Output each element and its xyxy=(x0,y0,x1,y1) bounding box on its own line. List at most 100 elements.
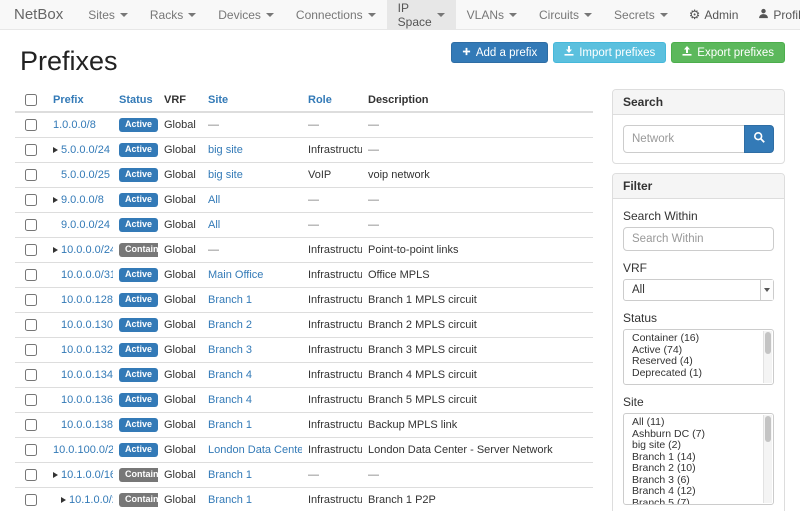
nav-item-circuits[interactable]: Circuits xyxy=(528,0,603,29)
search-button[interactable] xyxy=(744,125,774,153)
site-link[interactable]: Branch 1 xyxy=(208,494,252,506)
row-checkbox[interactable] xyxy=(25,194,37,206)
site-link[interactable]: Branch 4 xyxy=(208,394,252,406)
prefix-link[interactable]: 5.0.0.0/24 xyxy=(61,144,110,156)
site-option[interactable]: Branch 4 (12) xyxy=(630,486,761,498)
row-checkbox[interactable] xyxy=(25,419,37,431)
site-listbox[interactable]: All (11)Ashburn DC (7)big site (2)Branch… xyxy=(623,413,774,505)
prefix-link[interactable]: 10.0.0.134/31 xyxy=(61,369,113,381)
row-checkbox[interactable] xyxy=(25,269,37,281)
prefix-link[interactable]: 10.0.0.0/24 xyxy=(61,244,113,256)
nav-item-connections[interactable]: Connections xyxy=(285,0,387,29)
prefix-link[interactable]: 10.1.0.0/16 xyxy=(61,469,113,481)
search-panel-title: Search xyxy=(613,90,784,115)
site-link[interactable]: London Data Center xyxy=(208,444,302,456)
prefix-link[interactable]: 5.0.0.0/25 xyxy=(61,169,110,181)
export-prefixes-button[interactable]: Export prefixes xyxy=(671,42,785,63)
prefix-link[interactable]: 10.0.0.138/31 xyxy=(61,419,113,431)
add-a-prefix-button[interactable]: Add a prefix xyxy=(451,42,548,63)
site-link[interactable]: Branch 1 xyxy=(208,419,252,431)
nav-item-label: VLANs xyxy=(467,8,504,22)
import-prefixes-button[interactable]: Import prefixes xyxy=(553,42,666,63)
scrollbar[interactable] xyxy=(763,331,772,383)
status-cell: Active xyxy=(113,413,158,438)
site-cell: All xyxy=(202,213,302,238)
row-checkbox[interactable] xyxy=(25,494,37,506)
status-option[interactable]: Reserved (4) xyxy=(630,356,761,368)
site-link[interactable]: Main Office xyxy=(208,269,263,281)
vrf-select[interactable]: All xyxy=(623,279,774,301)
row-checkbox[interactable] xyxy=(25,144,37,156)
prefix-link[interactable]: 1.0.0.0/8 xyxy=(53,119,96,131)
sort-link-prefix[interactable]: Prefix xyxy=(53,94,84,106)
table-row: 1.0.0.0/8ActiveGlobal——— xyxy=(15,112,593,138)
prefix-link[interactable]: 10.0.0.0/31 xyxy=(61,269,113,281)
vrf-cell: Global xyxy=(158,138,202,163)
status-listbox[interactable]: Container (16)Active (74)Reserved (4)Dep… xyxy=(623,329,774,385)
row-checkbox[interactable] xyxy=(25,294,37,306)
nav-item-profile[interactable]: Profile xyxy=(748,0,800,29)
sort-link-role[interactable]: Role xyxy=(308,94,332,106)
site-link[interactable]: Branch 2 xyxy=(208,319,252,331)
site-link[interactable]: Branch 1 xyxy=(208,294,252,306)
site-option[interactable]: Branch 5 (7) xyxy=(630,498,761,506)
row-checkbox[interactable] xyxy=(25,469,37,481)
prefix-link[interactable]: 10.0.100.0/24 xyxy=(53,444,113,456)
nav-item-label: Sites xyxy=(88,8,115,22)
site-option[interactable]: Branch 2 (10) xyxy=(630,463,761,475)
prefix-link[interactable]: 9.0.0.0/24 xyxy=(61,219,110,231)
site-cell: Branch 1 xyxy=(202,463,302,488)
table-row: 5.0.0.0/25ActiveGlobalbig siteVoIPvoip n… xyxy=(15,163,593,188)
description-cell: Point-to-point links xyxy=(362,238,593,263)
search-input[interactable] xyxy=(623,125,745,153)
site-option[interactable]: big site (2) xyxy=(630,440,761,452)
search-panel: Search xyxy=(612,89,785,164)
prefix-link[interactable]: 10.0.0.132/31 xyxy=(61,344,113,356)
nav-item-ip-space[interactable]: IP Space xyxy=(387,0,456,29)
sort-link-status[interactable]: Status xyxy=(119,94,153,106)
row-checkbox[interactable] xyxy=(25,169,37,181)
site-link[interactable]: All xyxy=(208,194,220,206)
status-cell: Active xyxy=(113,288,158,313)
description-value: Point-to-point links xyxy=(368,244,459,256)
prefix-link[interactable]: 10.1.0.0/24 xyxy=(69,494,113,506)
site-link[interactable]: Branch 1 xyxy=(208,469,252,481)
prefix-link[interactable]: 9.0.0.0/8 xyxy=(61,194,104,206)
prefix-table: PrefixStatusVRFSiteRoleDescription 1.0.0… xyxy=(15,89,593,511)
status-option[interactable]: Container (16) xyxy=(630,333,761,345)
site-link[interactable]: Branch 4 xyxy=(208,369,252,381)
row-checkbox[interactable] xyxy=(25,444,37,456)
site-option[interactable]: All (11) xyxy=(630,417,761,429)
status-cell: Active xyxy=(113,112,158,138)
row-checkbox[interactable] xyxy=(25,219,37,231)
row-checkbox[interactable] xyxy=(25,319,37,331)
sort-link-site[interactable]: Site xyxy=(208,94,228,106)
prefix-link[interactable]: 10.0.0.128/31 xyxy=(61,294,113,306)
row-checkbox[interactable] xyxy=(25,244,37,256)
nav-item-admin[interactable]: ⚙Admin xyxy=(679,0,749,29)
nav-item-devices[interactable]: Devices xyxy=(207,0,285,29)
prefix-link[interactable]: 10.0.0.136/31 xyxy=(61,394,113,406)
brand-netbox[interactable]: NetBox xyxy=(0,0,77,29)
row-checkbox[interactable] xyxy=(25,119,37,131)
search-within-input[interactable] xyxy=(623,227,774,251)
nav-item-secrets[interactable]: Secrets xyxy=(603,0,679,29)
status-badge: Active xyxy=(119,418,158,432)
site-cell: All xyxy=(202,188,302,213)
status-option[interactable]: Deprecated (1) xyxy=(630,368,761,380)
prefix-link[interactable]: 10.0.0.130/31 xyxy=(61,319,113,331)
row-checkbox[interactable] xyxy=(25,369,37,381)
site-link[interactable]: big site xyxy=(208,144,243,156)
select-all-checkbox[interactable] xyxy=(25,94,37,106)
nav-item-racks[interactable]: Racks xyxy=(139,0,207,29)
site-link[interactable]: All xyxy=(208,219,220,231)
indent-spacer xyxy=(53,277,61,278)
indent-spacer xyxy=(53,502,61,503)
site-link[interactable]: Branch 3 xyxy=(208,344,252,356)
scrollbar[interactable] xyxy=(763,415,772,503)
nav-item-vlans[interactable]: VLANs xyxy=(456,0,528,29)
row-checkbox[interactable] xyxy=(25,394,37,406)
nav-item-sites[interactable]: Sites xyxy=(77,0,139,29)
site-link[interactable]: big site xyxy=(208,169,243,181)
row-checkbox[interactable] xyxy=(25,344,37,356)
